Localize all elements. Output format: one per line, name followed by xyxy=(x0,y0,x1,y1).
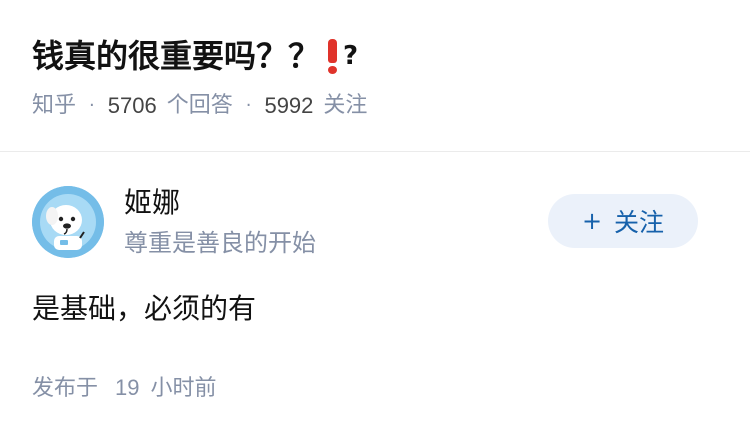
question-title-tail: ? xyxy=(343,41,359,71)
answer-content: 是基础，必须的有 xyxy=(32,292,257,325)
author-bio: 尊重是善良的开始 xyxy=(124,229,316,257)
follow-button[interactable]: + 关注 xyxy=(548,194,698,248)
follower-count-label: 关注 xyxy=(323,93,368,118)
answer-count-label: 个回答 xyxy=(166,93,233,118)
author-row: 姬娜 尊重是善良的开始 + 关注 xyxy=(32,184,698,258)
question-meta: 知乎 · 5706 个回答 · 5992 关注 xyxy=(32,90,718,122)
avatar[interactable] xyxy=(32,186,104,258)
question-header: 钱真的很重要吗？？ ? 知乎 · 5706 个回答 · 5992 关注 xyxy=(32,30,718,122)
follow-button-label: 关注 xyxy=(614,208,665,237)
dog-astronaut-avatar-icon xyxy=(32,186,104,258)
answer-count: 5706 xyxy=(107,93,157,118)
meta-separator: · xyxy=(89,95,95,116)
answer-footer: 发布于 19 小时前 xyxy=(32,372,217,405)
author-name[interactable]: 姬娜 xyxy=(124,184,180,222)
follower-count: 5992 xyxy=(264,93,314,118)
question-title-text: 钱真的很重要吗？？ xyxy=(32,37,321,75)
meta-separator: · xyxy=(245,95,252,116)
published-prefix: 发布于 xyxy=(32,376,99,401)
red-exclamation-icon xyxy=(328,39,338,74)
published-number: 19 xyxy=(115,375,140,400)
section-divider xyxy=(0,151,750,152)
published-unit: 小时前 xyxy=(150,376,217,401)
source-label[interactable]: 知乎 xyxy=(32,90,76,122)
plus-icon: + xyxy=(581,207,603,235)
question-title[interactable]: 钱真的很重要吗？？ ? xyxy=(32,30,718,82)
